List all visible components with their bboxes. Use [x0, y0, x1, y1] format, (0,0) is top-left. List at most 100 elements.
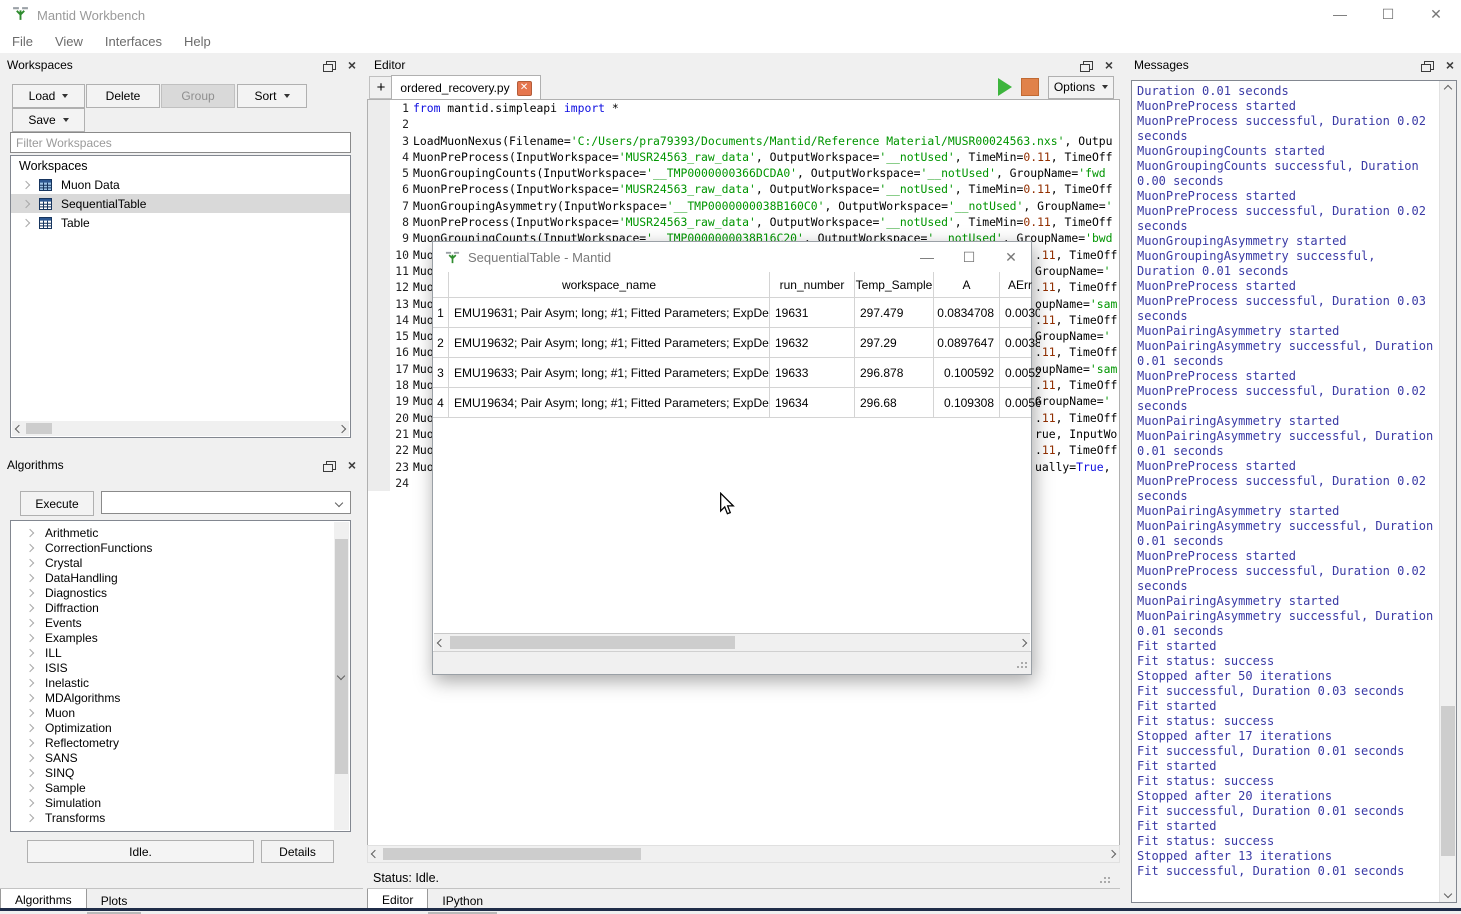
window-maximize-button[interactable]: ☐ — [1371, 2, 1405, 26]
menu-interfaces[interactable]: Interfaces — [95, 34, 172, 49]
algorithm-category-muon[interactable]: Muon — [11, 705, 350, 720]
expander-icon[interactable] — [26, 738, 34, 746]
messages-vertical-scrollbar[interactable] — [1439, 81, 1456, 902]
window-minimize-button[interactable]: — — [1323, 2, 1357, 26]
algorithm-category-arithmetic[interactable]: Arithmetic — [11, 525, 350, 540]
scrollbar-thumb[interactable] — [450, 636, 735, 649]
close-panel-icon[interactable]: × — [348, 460, 356, 470]
expander-icon[interactable] — [26, 588, 34, 596]
tab-ordered-recovery[interactable]: ordered_recovery.py ✕ — [391, 75, 541, 100]
float-panel-icon[interactable] — [326, 461, 336, 470]
expander-icon[interactable] — [26, 798, 34, 806]
dialog-maximize-button[interactable]: ☐ — [959, 245, 979, 269]
expander-icon[interactable] — [26, 708, 34, 716]
algorithm-category-sans[interactable]: SANS — [11, 750, 350, 765]
algorithms-vertical-scrollbar[interactable] — [334, 522, 349, 830]
algorithm-category-sample[interactable]: Sample — [11, 780, 350, 795]
load-button[interactable]: Load — [12, 84, 85, 108]
float-panel-icon[interactable] — [1424, 61, 1434, 70]
workspaces-horizontal-scrollbar[interactable] — [12, 421, 349, 436]
filter-workspaces-input[interactable] — [10, 132, 351, 153]
menu-view[interactable]: View — [45, 34, 93, 49]
details-button[interactable]: Details — [261, 840, 334, 863]
expander-icon[interactable] — [26, 678, 34, 686]
algorithm-category-isis[interactable]: ISIS — [11, 660, 350, 675]
expander-icon[interactable] — [22, 218, 30, 226]
expander-icon[interactable] — [26, 528, 34, 536]
new-tab-button[interactable]: + — [369, 76, 393, 99]
algorithm-category-simulation[interactable]: Simulation — [11, 795, 350, 810]
options-button[interactable]: Options — [1048, 76, 1114, 99]
scroll-up-icon[interactable] — [1440, 81, 1456, 97]
close-tab-icon[interactable]: ✕ — [517, 81, 532, 96]
scroll-right-icon[interactable] — [1105, 846, 1119, 862]
algorithm-category-diffraction[interactable]: Diffraction — [11, 600, 350, 615]
algorithm-category-reflectometry[interactable]: Reflectometry — [11, 735, 350, 750]
scroll-left-icon[interactable] — [12, 421, 26, 436]
algorithm-category-diagnostics[interactable]: Diagnostics — [11, 585, 350, 600]
scrollbar-thumb[interactable] — [26, 423, 52, 434]
column-header-A[interactable]: A — [934, 272, 1000, 297]
expander-icon[interactable] — [26, 633, 34, 641]
scrollbar-thumb[interactable] — [1441, 706, 1455, 856]
dialog-horizontal-scrollbar[interactable] — [434, 633, 1030, 651]
algorithm-category-mdalgorithms[interactable]: MDAlgorithms — [11, 690, 350, 705]
close-panel-icon[interactable]: × — [348, 60, 356, 70]
run-script-icon[interactable] — [998, 78, 1012, 96]
algorithm-category-inelastic[interactable]: Inelastic — [11, 675, 350, 690]
column-header-run_number[interactable]: run_number — [770, 272, 855, 297]
expander-icon[interactable] — [26, 753, 34, 761]
sort-button[interactable]: Sort — [237, 84, 307, 108]
close-panel-icon[interactable]: × — [1105, 60, 1113, 70]
scroll-right-icon[interactable] — [1016, 634, 1030, 651]
scrollbar-thumb[interactable] — [383, 848, 641, 860]
algorithm-category-optimization[interactable]: Optimization — [11, 720, 350, 735]
column-header-Temp_Sample[interactable]: Temp_Sample — [855, 272, 934, 297]
expander-icon[interactable] — [26, 603, 34, 611]
scroll-down-icon[interactable] — [1440, 886, 1456, 902]
scroll-left-icon[interactable] — [434, 634, 448, 651]
float-panel-icon[interactable] — [1083, 61, 1093, 70]
expander-icon[interactable] — [26, 813, 34, 821]
workspace-item-table[interactable]: Table — [11, 213, 350, 232]
column-header-workspace_name[interactable]: workspace_name — [449, 272, 770, 297]
float-panel-icon[interactable] — [326, 61, 336, 70]
resize-grip-icon[interactable] — [1021, 662, 1023, 664]
expander-icon[interactable] — [26, 573, 34, 581]
expander-icon[interactable] — [26, 693, 34, 701]
table-row[interactable]: 1EMU19631; Pair Asym; long; #1; Fitted P… — [433, 298, 1031, 328]
scroll-left-icon[interactable] — [368, 846, 382, 862]
algorithm-category-datahandling[interactable]: DataHandling — [11, 570, 350, 585]
resize-grip-icon[interactable] — [1104, 877, 1106, 879]
dialog-close-button[interactable]: ✕ — [1001, 245, 1021, 269]
abort-script-icon[interactable] — [1021, 78, 1039, 96]
expander-icon[interactable] — [26, 768, 34, 776]
expander-icon[interactable] — [26, 543, 34, 551]
delete-button[interactable]: Delete — [86, 84, 160, 108]
menu-help[interactable]: Help — [174, 34, 221, 49]
table-row[interactable]: 3EMU19633; Pair Asym; long; #1; Fitted P… — [433, 358, 1031, 388]
sequential-table[interactable]: workspace_namerun_numberTemp_SampleAAErr… — [433, 272, 1031, 418]
expander-icon[interactable] — [26, 723, 34, 731]
expander-icon[interactable] — [22, 180, 30, 188]
algorithm-category-ill[interactable]: ILL — [11, 645, 350, 660]
scroll-right-icon[interactable] — [335, 421, 349, 436]
algorithm-category-examples[interactable]: Examples — [11, 630, 350, 645]
algorithm-category-events[interactable]: Events — [11, 615, 350, 630]
workspace-item-muon-data[interactable]: Muon Data — [11, 175, 350, 194]
scroll-down-icon[interactable] — [334, 522, 348, 830]
expander-icon[interactable] — [26, 618, 34, 626]
table-row[interactable]: 2EMU19632; Pair Asym; long; #1; Fitted P… — [433, 328, 1031, 358]
table-row[interactable]: 4EMU19634; Pair Asym; long; #1; Fitted P… — [433, 388, 1031, 418]
expander-icon[interactable] — [26, 663, 34, 671]
menu-file[interactable]: File — [2, 34, 43, 49]
algorithm-search-combobox[interactable] — [101, 491, 351, 514]
algorithm-category-transforms[interactable]: Transforms — [11, 810, 350, 825]
message-log[interactable]: Duration 0.01 secondsMuonPreProcess star… — [1131, 80, 1457, 903]
editor-horizontal-scrollbar[interactable] — [367, 845, 1120, 863]
expander-icon[interactable] — [26, 783, 34, 791]
dialog-titlebar[interactable]: SequentialTable - Mantid — ☐ ✕ — [433, 242, 1031, 272]
close-panel-icon[interactable]: × — [1446, 60, 1454, 70]
sequentialtable-dialog[interactable]: SequentialTable - Mantid — ☐ ✕ workspace… — [432, 241, 1032, 675]
algorithm-category-crystal[interactable]: Crystal — [11, 555, 350, 570]
